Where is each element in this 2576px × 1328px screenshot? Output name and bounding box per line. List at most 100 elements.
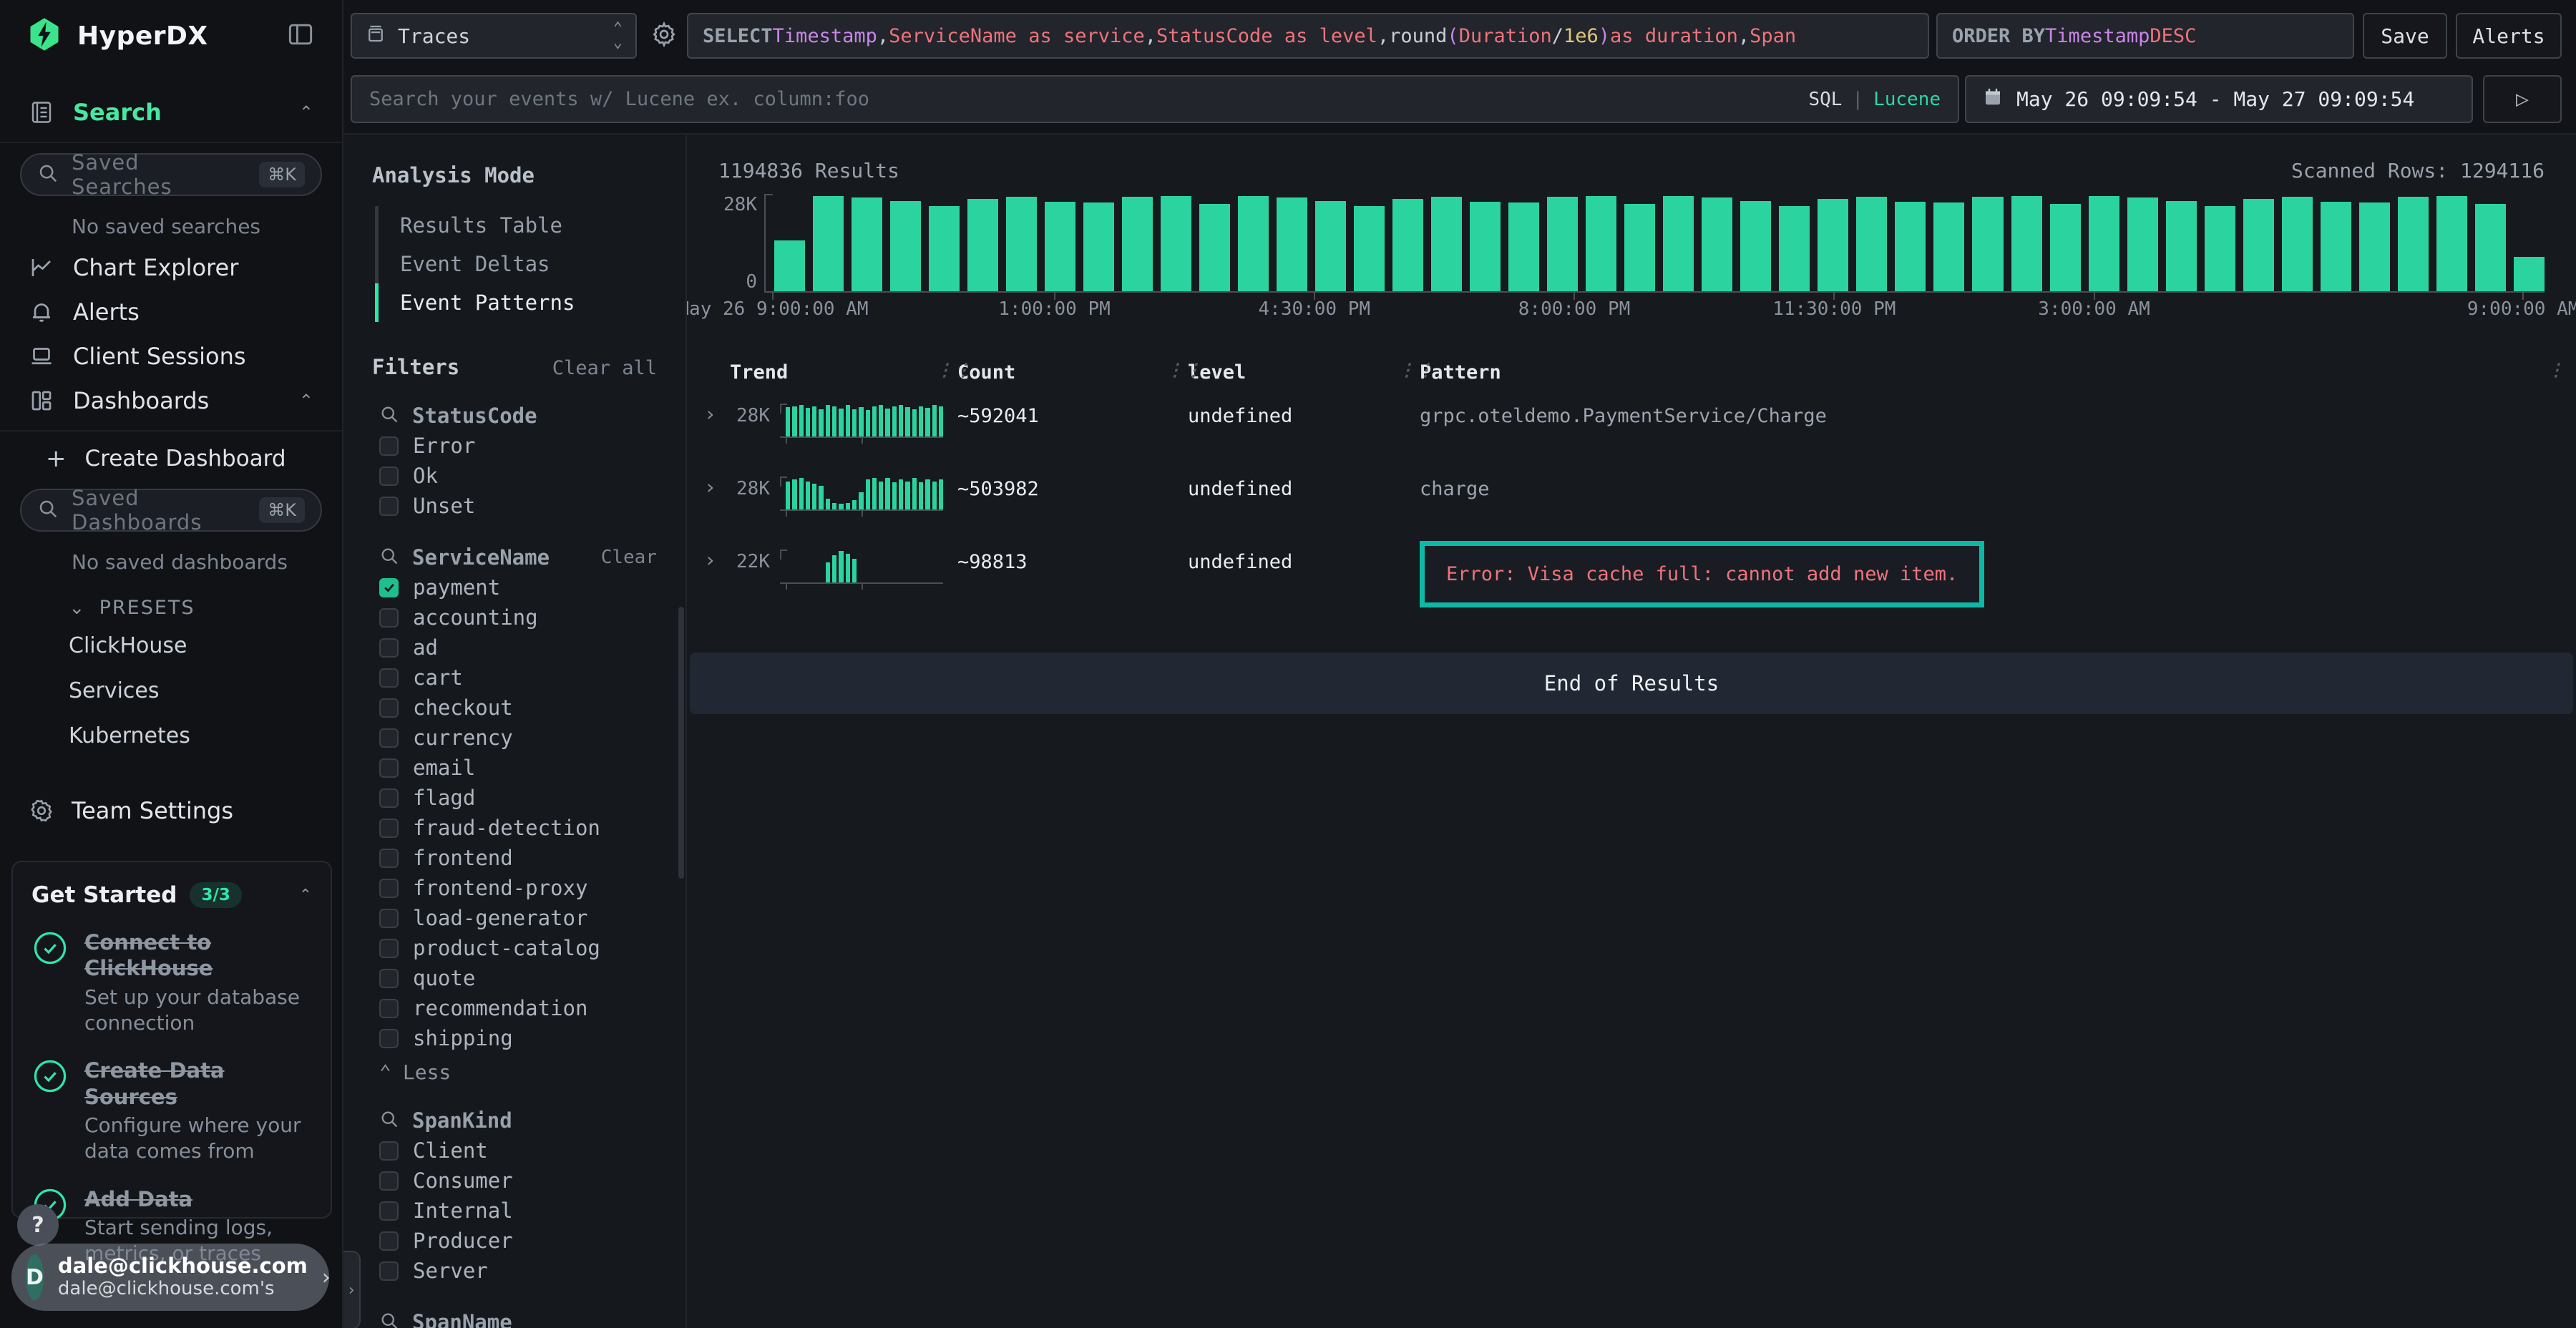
create-dashboard-button[interactable]: + Create Dashboard [0,439,342,479]
checkbox-icon[interactable] [379,758,399,778]
sidebar-item-chart-explorer[interactable]: Chart Explorer [0,245,342,290]
filter-option-quote[interactable]: quote [343,963,686,993]
saved-dashboards-input[interactable]: Saved Dashboards ⌘K [20,489,322,532]
row-expand-chevron-icon[interactable]: › [698,537,730,572]
order-by-editor[interactable]: ORDER BY Timestamp DESC [1936,13,2354,59]
filter-option-unset[interactable]: Unset [343,491,686,521]
filter-option-ok[interactable]: Ok [343,461,686,491]
checkbox-icon[interactable] [379,1201,399,1221]
checkbox-icon[interactable] [379,819,399,838]
filter-option-client[interactable]: Client [343,1136,686,1166]
language-toggle-lucene[interactable]: Lucene [1873,89,1941,110]
pattern-row[interactable]: › 28K ~503982 undefined charge [687,464,2576,537]
panel-collapse-handle[interactable]: › [343,1251,361,1328]
filter-option-frontend-proxy[interactable]: frontend-proxy [343,873,686,903]
pattern-row[interactable]: › 28K ~592041 undefined grpc.oteldemo.Pa… [687,391,2576,464]
filter-option-flagd[interactable]: flagd [343,783,686,813]
pattern-row[interactable]: › 22K ~98813 undefined Error: Visa cache… [687,537,2576,610]
search-icon[interactable] [379,404,399,427]
sidebar-item-dashboards[interactable]: Dashboards ⌃ [0,379,342,423]
filter-option-ad[interactable]: ad [343,633,686,663]
get-started-item[interactable]: Create Data Sources Configure where your… [31,1058,312,1164]
column-header-level[interactable]: level⋮⋮ [1188,354,1420,391]
filter-option-currency[interactable]: currency [343,723,686,753]
filter-option-shipping[interactable]: shipping [343,1023,686,1053]
presets-section-header[interactable]: ⌄ PRESETS [0,581,342,623]
sql-select-editor[interactable]: SELECT Timestamp, ServiceName as service… [687,13,1929,59]
sidebar-item-alerts[interactable]: Alerts [0,290,342,334]
checkbox-icon[interactable] [379,788,399,808]
histogram-plot[interactable] [764,194,2545,293]
filter-option-payment[interactable]: payment [343,572,686,602]
checkbox-checked-icon[interactable] [379,578,399,597]
chevron-up-icon[interactable]: ⌃ [299,102,313,122]
analysis-mode-event-deltas[interactable]: Event Deltas [375,245,686,283]
checkbox-icon[interactable] [379,879,399,898]
date-range-picker[interactable]: May 26 09:09:54 - May 27 09:09:54 [1965,75,2473,123]
scrollbar-thumb[interactable] [678,607,684,879]
search-icon[interactable] [379,546,399,569]
checkbox-icon[interactable] [379,999,399,1018]
saved-searches-input[interactable]: Saved Searches ⌘K [20,153,322,196]
source-settings-gear-icon[interactable] [650,20,678,52]
checkbox-icon[interactable] [379,728,399,748]
filter-option-email[interactable]: email [343,753,686,783]
team-settings-item[interactable]: Team Settings [0,758,342,824]
clear-servicename-link[interactable]: Clear [601,547,657,568]
checkbox-icon[interactable] [379,436,399,456]
preset-kubernetes[interactable]: Kubernetes [0,713,342,758]
show-less-toggle[interactable]: ⌃ Less [343,1053,686,1084]
alerts-button[interactable]: Alerts [2456,13,2562,59]
checkbox-icon[interactable] [379,1171,399,1191]
filter-option-fraud-detection[interactable]: fraud-detection [343,813,686,843]
preset-clickhouse[interactable]: ClickHouse [0,623,342,668]
chevron-up-icon[interactable]: ⌃ [299,391,313,411]
filter-option-recommendation[interactable]: recommendation [343,993,686,1023]
sidebar-collapse-icon[interactable] [285,19,316,53]
filter-option-accounting[interactable]: accounting [343,602,686,633]
filter-option-server[interactable]: Server [343,1256,686,1286]
checkbox-icon[interactable] [379,668,399,688]
clear-all-filters-link[interactable]: Clear all [552,357,657,379]
column-drag-handle-icon[interactable]: ⋮⋮ [1398,360,1435,380]
checkbox-icon[interactable] [379,497,399,516]
checkbox-icon[interactable] [379,608,399,628]
sidebar-item-client-sessions[interactable]: Client Sessions [0,334,342,379]
checkbox-icon[interactable] [379,1261,399,1281]
checkbox-icon[interactable] [379,1029,399,1048]
search-icon[interactable] [379,1311,399,1328]
analysis-mode-results-table[interactable]: Results Table [375,206,686,245]
filter-option-consumer[interactable]: Consumer [343,1166,686,1196]
search-input[interactable]: Search your events w/ Lucene ex. column:… [351,75,1959,123]
language-toggle-sql[interactable]: SQL [1808,89,1842,110]
row-expand-chevron-icon[interactable]: › [698,391,730,426]
checkbox-icon[interactable] [379,939,399,958]
column-header-trend[interactable]: Trend [730,354,957,391]
checkbox-icon[interactable] [379,1141,399,1161]
checkbox-icon[interactable] [379,1231,399,1251]
run-query-button[interactable]: ▷ [2483,75,2562,123]
table-menu-icon[interactable]: ⋮ [2547,360,2565,380]
chevron-up-icon[interactable]: ⌃ [299,887,312,904]
filter-option-cart[interactable]: cart [343,663,686,693]
checkbox-icon[interactable] [379,849,399,868]
get-started-item[interactable]: Connect to ClickHouse Set up your databa… [31,929,312,1036]
sidebar-item-search[interactable]: Search ⌃ [0,90,342,135]
checkbox-icon[interactable] [379,467,399,486]
filter-option-product-catalog[interactable]: product-catalog [343,933,686,963]
user-account-pill[interactable]: D dale@clickhouse.com dale@clickhouse.co… [11,1244,329,1311]
source-select[interactable]: Traces ⌃⌄ [351,13,637,59]
column-header-count[interactable]: Count⋮⋮ [957,354,1188,391]
checkbox-icon[interactable] [379,638,399,658]
filter-option-checkout[interactable]: checkout [343,693,686,723]
filter-option-producer[interactable]: Producer [343,1226,686,1256]
search-icon[interactable] [379,1109,399,1132]
column-drag-handle-icon[interactable]: ⋮⋮ [1166,360,1204,380]
preset-services[interactable]: Services [0,668,342,713]
row-expand-chevron-icon[interactable]: › [698,464,730,499]
filter-option-frontend[interactable]: frontend [343,843,686,873]
column-header-pattern[interactable]: Pattern⋮⋮⋮ [1420,354,2545,391]
filter-option-load-generator[interactable]: load-generator [343,903,686,933]
checkbox-icon[interactable] [379,909,399,928]
filter-option-internal[interactable]: Internal [343,1196,686,1226]
